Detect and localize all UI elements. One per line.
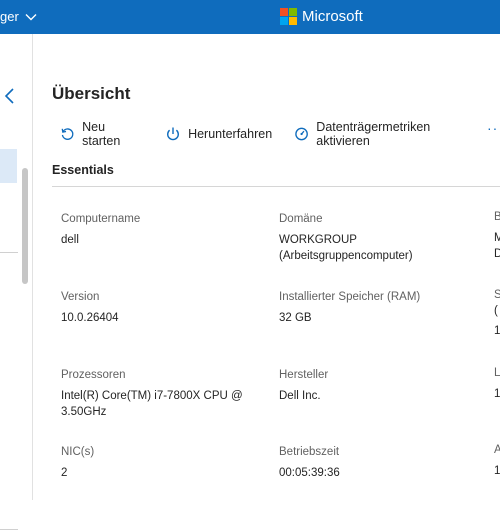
top-bar: ger Microsoft xyxy=(0,0,500,34)
domain-value: WORKGROUP xyxy=(279,234,357,246)
page-title: Übersicht xyxy=(52,84,131,103)
shutdown-label: Herunterfahren xyxy=(188,127,273,141)
edge-value: M xyxy=(494,232,500,244)
uptime-value: 00:05:39:36 xyxy=(279,467,340,479)
computer-name-value: dell xyxy=(61,234,79,246)
domain-field: Domäne WORKGROUP (Arbeitsgruppencomputer… xyxy=(279,211,413,264)
app-switcher-label: ger xyxy=(0,9,19,24)
restart-button[interactable]: Neu starten xyxy=(60,120,143,148)
edge-label: L xyxy=(494,367,500,379)
domain-label: Domäne xyxy=(279,213,323,225)
edge-label: B xyxy=(494,211,500,223)
edge-value: D xyxy=(494,248,500,260)
edge-value: 1 xyxy=(494,465,500,477)
computer-name-field: Computername dell xyxy=(61,211,140,248)
edge-value: 1 xyxy=(494,325,500,337)
ram-field: Installierter Speicher (RAM) 32 GB xyxy=(279,289,420,326)
version-label: Version xyxy=(61,291,100,303)
sidebar-item-selected[interactable] xyxy=(0,149,17,183)
essentials-divider xyxy=(52,186,500,187)
nics-label: NIC(s) xyxy=(61,446,95,458)
sidebar-scrollbar[interactable] xyxy=(22,168,28,284)
ram-value: 32 GB xyxy=(279,312,312,324)
edge-value: 1 xyxy=(494,388,500,400)
manufacturer-label: Hersteller xyxy=(279,369,329,381)
uptime-label: Betriebszeit xyxy=(279,446,340,458)
version-field: Version 10.0.26404 xyxy=(61,289,119,326)
app-switcher[interactable]: ger xyxy=(0,9,37,24)
nics-field: NIC(s) 2 xyxy=(61,444,94,481)
essentials-heading: Essentials xyxy=(52,163,114,177)
manufacturer-field: Hersteller Dell Inc. xyxy=(279,367,328,404)
restart-icon xyxy=(61,128,74,140)
edge-label: S xyxy=(494,289,500,301)
brand[interactable]: Microsoft xyxy=(280,8,363,25)
restart-label: Neu starten xyxy=(82,120,121,148)
microsoft-logo-icon xyxy=(280,8,297,25)
gauge-icon xyxy=(295,127,309,141)
version-value: 10.0.26404 xyxy=(61,312,119,324)
edge-value: ( xyxy=(494,305,498,317)
manufacturer-value: Dell Inc. xyxy=(279,390,321,402)
toolbar: Neu starten Herunterfahren Datenträgerme… xyxy=(60,120,500,148)
processors-value-cont: 3.50GHz xyxy=(61,406,107,418)
chevron-down-icon xyxy=(25,13,37,20)
enable-disk-metrics-label: Datenträgermetriken aktivieren xyxy=(316,120,431,148)
processors-value: Intel(R) Core(TM) i7-7800X CPU @ xyxy=(61,390,243,402)
uptime-field: Betriebszeit 00:05:39:36 xyxy=(279,444,340,481)
brand-name: Microsoft xyxy=(302,8,363,25)
power-icon xyxy=(167,127,179,141)
collapse-sidebar-icon[interactable] xyxy=(2,87,18,105)
sidebar xyxy=(0,34,33,530)
more-actions-button[interactable]: ··· xyxy=(487,120,500,136)
nics-value: 2 xyxy=(61,467,68,479)
processors-label: Prozessoren xyxy=(61,369,126,381)
shutdown-button[interactable]: Herunterfahren xyxy=(165,126,272,142)
ram-label: Installierter Speicher (RAM) xyxy=(279,291,421,303)
sidebar-divider xyxy=(0,252,18,253)
computer-name-label: Computername xyxy=(61,213,141,225)
processors-field: Prozessoren Intel(R) Core(TM) i7-7800X C… xyxy=(61,367,243,420)
edge-label: A xyxy=(494,444,500,456)
enable-disk-metrics-button[interactable]: Datenträgermetriken aktivieren xyxy=(294,120,478,148)
domain-value-detail: (Arbeitsgruppencomputer) xyxy=(279,250,413,262)
